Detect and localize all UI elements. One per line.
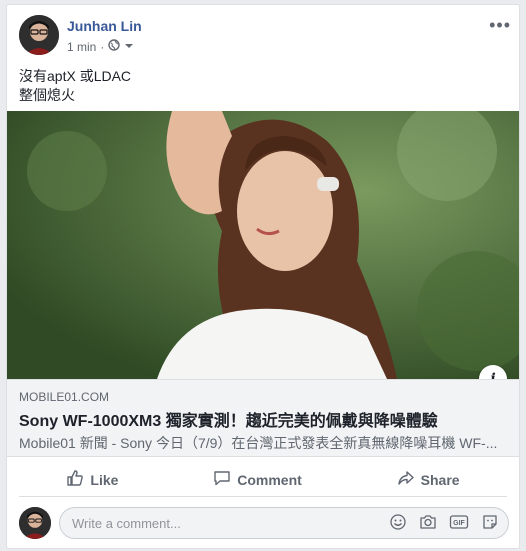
comment-bubble-icon [213, 469, 231, 490]
comment-placeholder: Write a comment... [72, 515, 181, 531]
gif-icon[interactable]: GIF [449, 513, 469, 531]
globe-icon[interactable] [108, 39, 121, 54]
link-domain: MOBILE01.COM [19, 390, 110, 404]
post-text: 沒有aptX 或LDAC 整個熄火 [19, 67, 131, 105]
more-options-button[interactable]: ••• [489, 15, 511, 36]
post-meta: 1 min · [67, 39, 134, 54]
like-button[interactable]: Like [50, 465, 134, 494]
camera-icon[interactable] [419, 513, 437, 531]
post-time[interactable]: 1 min [67, 40, 96, 54]
link-description: Mobile01 新聞 - Sony 今日（7/9）在台灣正式發表全新真無線降噪… [19, 435, 498, 451]
emoji-icon[interactable] [389, 513, 407, 531]
post-text-line: 整個熄火 [19, 87, 75, 103]
like-label: Like [90, 471, 119, 488]
comment-button[interactable]: Comment [197, 465, 318, 494]
link-preview[interactable]: MOBILE01.COM Sony WF-1000XM3 獨家實測！趨近完美的佩… [7, 379, 519, 457]
post-text-line: 沒有aptX 或LDAC [19, 68, 132, 84]
comment-label: Comment [237, 471, 302, 488]
author-avatar[interactable] [19, 15, 59, 55]
comment-tools: GIF [389, 513, 499, 531]
user-avatar[interactable] [19, 507, 51, 539]
comment-composer: Write a comment... GIF [19, 505, 509, 541]
action-bar: Like Comment Share [19, 463, 507, 497]
link-title[interactable]: Sony WF-1000XM3 獨家實測！趨近完美的佩戴與降噪體驗 [19, 407, 438, 431]
chevron-down-icon[interactable] [124, 40, 134, 54]
post-card: Junhan Lin 1 min · ••• 沒有aptX 或LDAC 整個熄火 [6, 4, 520, 549]
share-arrow-icon [397, 469, 415, 490]
link-preview-image[interactable] [7, 111, 519, 379]
post-header: Junhan Lin 1 min · ••• [7, 5, 519, 65]
thumbs-up-icon [66, 469, 84, 490]
sticker-icon[interactable] [481, 513, 499, 531]
share-button[interactable]: Share [381, 465, 476, 494]
meta-dot: · [100, 39, 105, 54]
svg-text:GIF: GIF [453, 520, 465, 527]
author-name[interactable]: Junhan Lin [67, 18, 142, 34]
share-label: Share [420, 471, 460, 488]
